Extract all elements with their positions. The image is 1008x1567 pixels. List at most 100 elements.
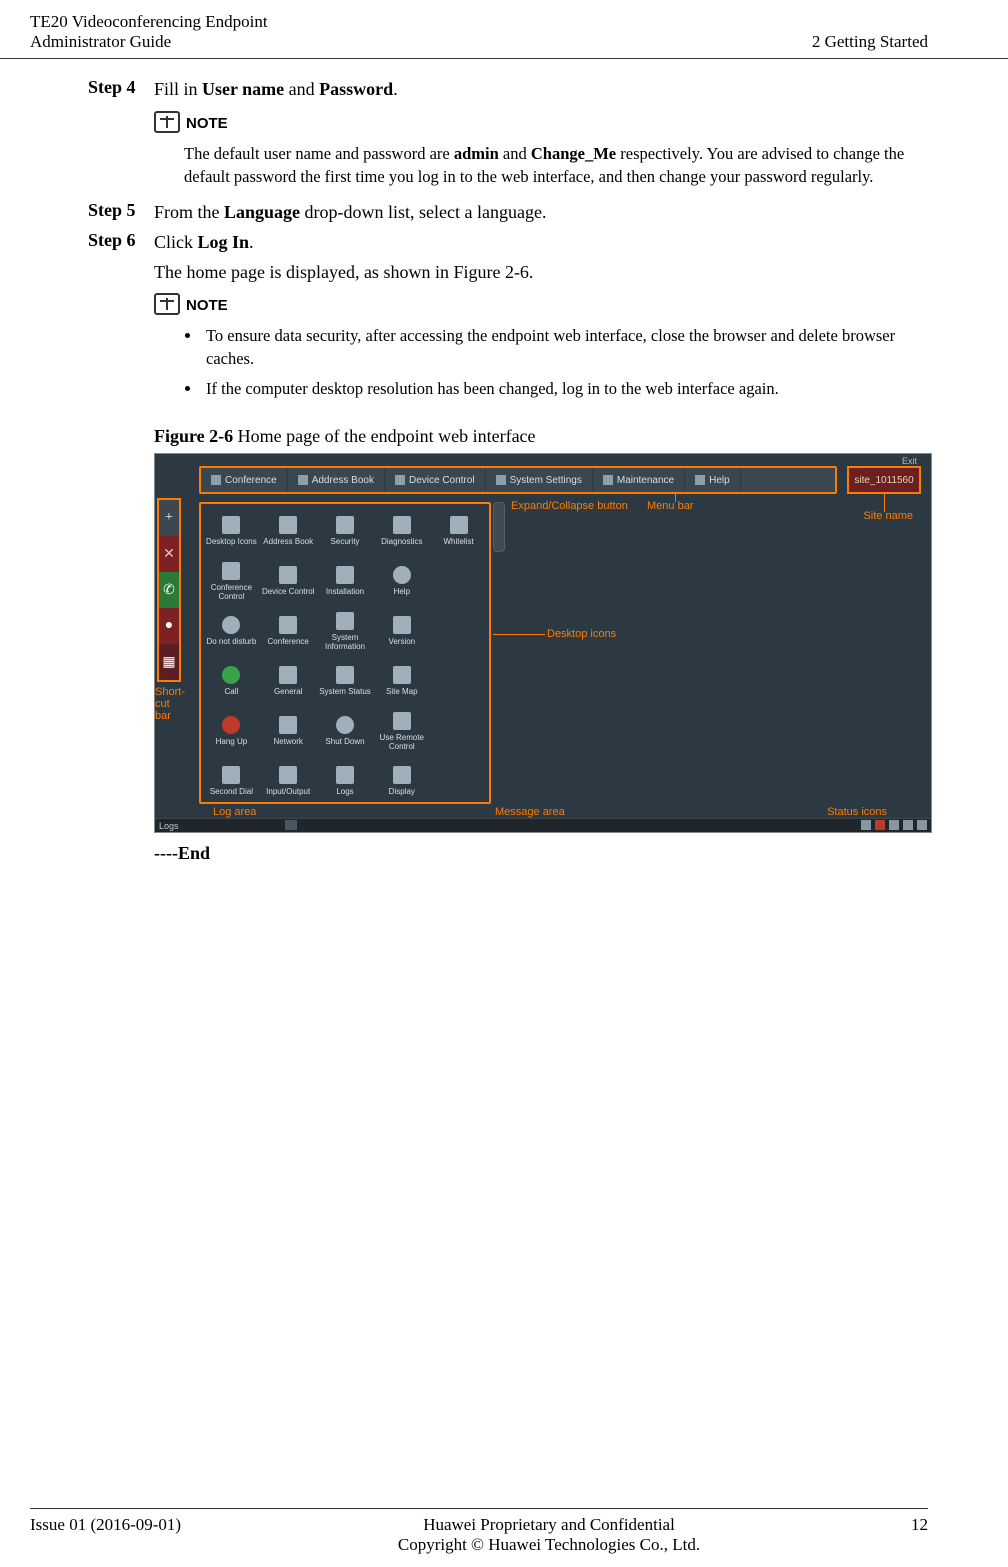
icon-whitelist[interactable]: Whitelist [430, 506, 487, 556]
menu-address-book[interactable]: Address Book [288, 468, 385, 492]
header-right: 2 Getting Started [812, 12, 928, 52]
expand-collapse-handle[interactable] [493, 502, 505, 552]
status-icon[interactable] [889, 820, 899, 830]
page-footer: Issue 01 (2016-09-01) Huawei Proprietary… [30, 1508, 928, 1555]
icon-general[interactable]: General [260, 656, 317, 706]
text: and [499, 144, 531, 163]
icon-diagnostics[interactable]: Diagnostics [373, 506, 430, 556]
icon-empty [430, 706, 487, 756]
remote-icon [393, 712, 411, 730]
status-icon[interactable] [875, 820, 885, 830]
logs-dropdown-icon[interactable] [285, 820, 297, 830]
installation-icon [336, 566, 354, 584]
label: Call [225, 687, 239, 696]
icon-use-remote-control[interactable]: Use Remote Control [373, 706, 430, 756]
icon-address-book[interactable]: Address Book [260, 506, 317, 556]
annot-desktop-icons: Desktop icons [547, 628, 616, 640]
whitelist-icon [450, 516, 468, 534]
icon-second-dial[interactable]: Second Dial [203, 756, 260, 806]
bold-language: Language [224, 202, 300, 222]
icon-installation[interactable]: Installation [317, 556, 374, 606]
shortcut-bar[interactable]: + ✕ ✆ ● ▦ [157, 498, 181, 682]
menu-conference[interactable]: Conference [201, 468, 288, 492]
note-2-bullets: To ensure data security, after accessing… [184, 325, 928, 400]
section-name: 2 Getting Started [812, 32, 928, 52]
exit-label[interactable]: Exit [902, 456, 917, 466]
label: System Information [319, 633, 372, 651]
shortcut-plus-icon[interactable]: + [159, 500, 179, 536]
diagnostics-icon [393, 516, 411, 534]
status-icon[interactable] [861, 820, 871, 830]
desktop-icons-panel[interactable]: Desktop Icons Address Book Security Diag… [199, 502, 491, 804]
shortcut-dial-icon[interactable]: ▦ [159, 644, 179, 680]
icon-input-output[interactable]: Input/Output [260, 756, 317, 806]
figure-caption: Figure 2-6 Home page of the endpoint web… [154, 426, 928, 447]
label: Desktop Icons [206, 537, 257, 546]
gear-icon [496, 475, 506, 485]
label: Security [331, 537, 360, 546]
icon-site-map[interactable]: Site Map [373, 656, 430, 706]
icon-shut-down[interactable]: Shut Down [317, 706, 374, 756]
label: Conference [225, 475, 277, 486]
menu-bar[interactable]: Conference Address Book Device Control S… [199, 466, 837, 494]
text: From the [154, 202, 224, 222]
dnd-icon [222, 616, 240, 634]
icon-do-not-disturb[interactable]: Do not disturb [203, 606, 260, 656]
icon-hang-up[interactable]: Hang Up [203, 706, 260, 756]
annot-line [493, 634, 545, 635]
step-6-label: Step 6 [88, 230, 154, 254]
shortcut-record-icon[interactable]: ● [159, 608, 179, 644]
conference-icon [279, 616, 297, 634]
conference-control-icon [222, 562, 240, 580]
bold-admin: admin [454, 144, 499, 163]
bold-changeme: Change_Me [531, 144, 616, 163]
label: System Settings [510, 475, 582, 486]
label: Use Remote Control [375, 733, 428, 751]
icon-conference[interactable]: Conference [260, 606, 317, 656]
footer-issue: Issue 01 (2016-09-01) [30, 1515, 230, 1535]
icon-help[interactable]: Help [373, 556, 430, 606]
icon-system-status[interactable]: System Status [317, 656, 374, 706]
help-icon [393, 566, 411, 584]
label: General [274, 687, 302, 696]
label: Help [709, 475, 730, 486]
icon-system-information[interactable]: System Information [317, 606, 374, 656]
text: drop-down list, select a language. [300, 202, 546, 222]
shortcut-hangup-icon[interactable]: ✕ [159, 536, 179, 572]
product-name: TE20 Videoconferencing Endpoint [30, 12, 268, 32]
menu-device-control[interactable]: Device Control [385, 468, 486, 492]
site-name-badge[interactable]: site_1011560 [847, 466, 921, 494]
label: Address Book [312, 475, 374, 486]
logs-icon [336, 766, 354, 784]
status-icon[interactable] [903, 820, 913, 830]
bold-login: Log In [198, 232, 250, 252]
hang-up-icon [222, 716, 240, 734]
menu-help[interactable]: Help [685, 468, 741, 492]
menu-system-settings[interactable]: System Settings [486, 468, 593, 492]
shortcut-call-icon[interactable]: ✆ [159, 572, 179, 608]
label: Shut Down [325, 737, 364, 746]
note-1-text: The default user name and password are a… [184, 143, 928, 188]
text: Fill in [154, 79, 202, 99]
icon-call[interactable]: Call [203, 656, 260, 706]
icon-desktop-icons[interactable]: Desktop Icons [203, 506, 260, 556]
label: Conference [268, 637, 309, 646]
icon-network[interactable]: Network [260, 706, 317, 756]
icon-version[interactable]: Version [373, 606, 430, 656]
icon-logs[interactable]: Logs [317, 756, 374, 806]
icon-security[interactable]: Security [317, 506, 374, 556]
menu-maintenance[interactable]: Maintenance [593, 468, 685, 492]
figure-2-6: Exit Conference Address Book Device Cont… [154, 453, 932, 833]
logs-label[interactable]: Logs [159, 821, 179, 831]
icon-display[interactable]: Display [373, 756, 430, 806]
label: Device Control [409, 475, 475, 486]
annot-expand-collapse: Expand/Collapse button [511, 500, 628, 512]
page-header: TE20 Videoconferencing Endpoint Administ… [0, 0, 1008, 59]
icon-device-control[interactable]: Device Control [260, 556, 317, 606]
status-icon[interactable] [917, 820, 927, 830]
header-left: TE20 Videoconferencing Endpoint Administ… [30, 12, 268, 52]
footer-line1: Huawei Proprietary and Confidential [230, 1515, 868, 1535]
label: Do not disturb [206, 637, 256, 646]
gear-icon [279, 666, 297, 684]
icon-conference-control[interactable]: Conference Control [203, 556, 260, 606]
